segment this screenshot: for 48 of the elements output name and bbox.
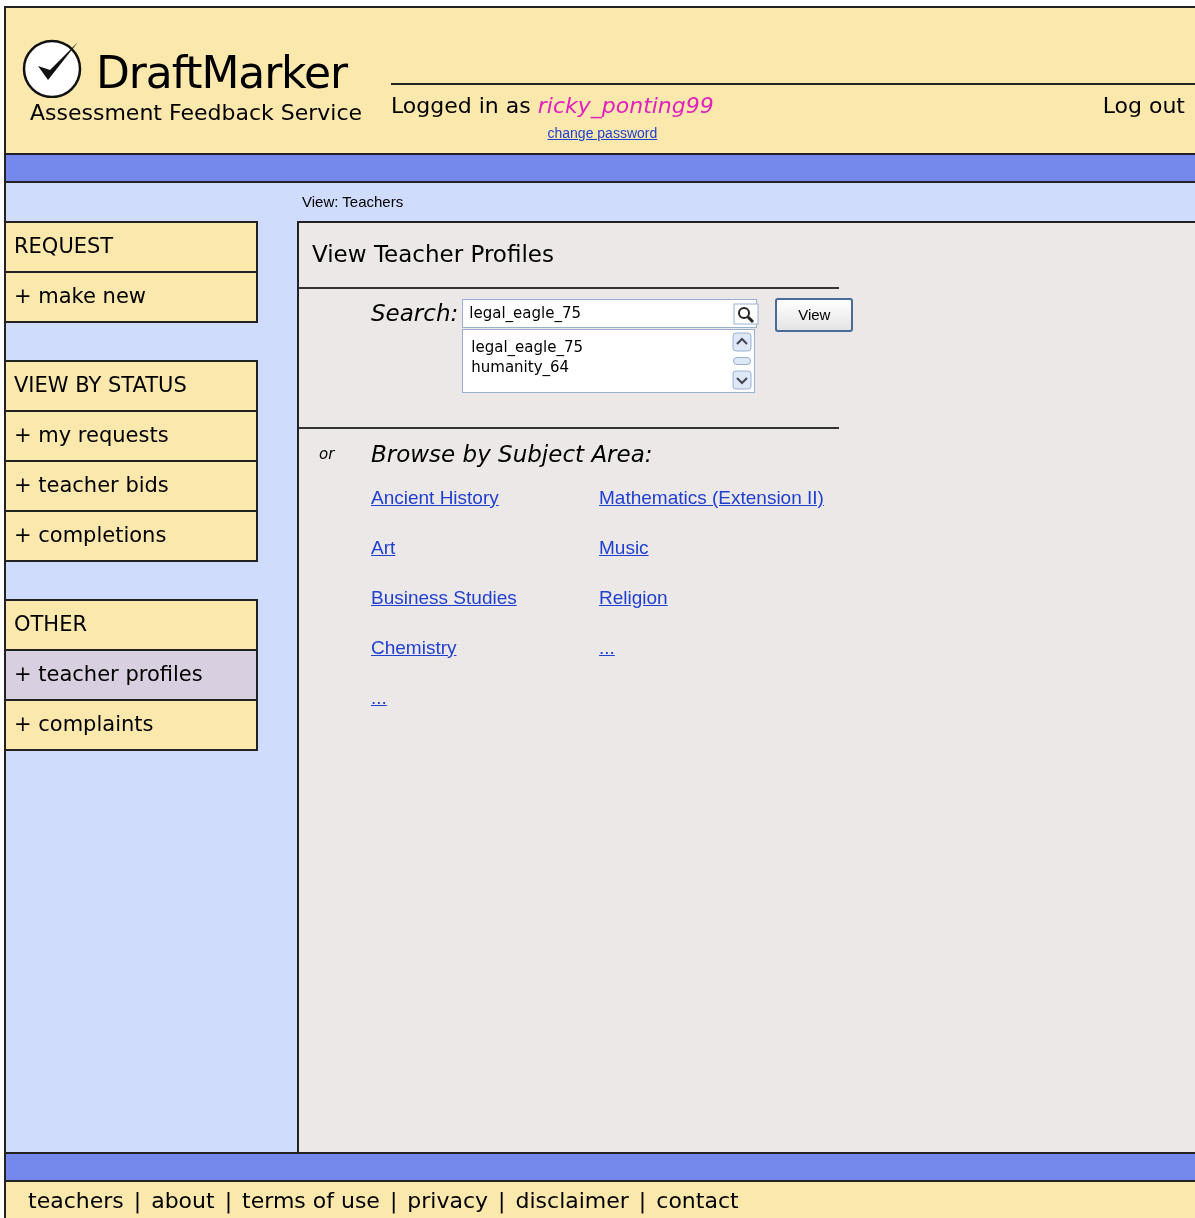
view-button[interactable]: View [775,298,854,332]
sidebar-item[interactable]: + teacher profiles [6,651,256,701]
suggestion-item[interactable]: humanity_64 [471,357,731,377]
browse-label: Browse by Subject Area: [371,440,654,469]
footer-link[interactable]: terms of use [242,1183,380,1217]
sidebar-item[interactable]: + make new [6,273,256,323]
scroll-thumb[interactable] [733,357,752,365]
breadcrumb: View: Teachers [302,191,404,212]
sidebar-heading: OTHER [6,601,256,651]
subject-link[interactable]: Religion [599,585,668,610]
change-password-link[interactable]: change password [547,123,658,144]
subject-link[interactable]: Business Studies [371,585,517,610]
login-status: Logged in as ricky_ponting99 [391,95,714,117]
page-heading: View Teacher Profiles [311,240,555,269]
subject-link[interactable]: Ancient History [371,485,499,510]
suggestion-item[interactable]: legal_eagle_75 [471,337,731,357]
subject-link[interactable]: Music [599,535,649,560]
site-title: DraftMarker [96,51,347,95]
footer-link[interactable]: contact [656,1183,739,1217]
scroll-up-icon[interactable] [732,332,753,352]
subject-link[interactable]: ... [599,635,615,660]
footer-link[interactable]: privacy [407,1183,489,1217]
sidebar-item[interactable]: + my requests [6,412,256,462]
search-label: Search: [371,299,459,328]
separator: | [389,1186,398,1216]
footer-link[interactable]: about [151,1183,215,1217]
subject-link[interactable]: ... [371,685,387,710]
site-tagline: Assessment Feedback Service [30,102,364,124]
scrollbar[interactable] [730,330,755,392]
separator: | [498,1186,506,1216]
sidebar-item[interactable]: + completions [6,512,256,562]
sidebar-item[interactable]: + teacher bids [6,462,256,512]
logout-link[interactable]: Log out [1102,95,1185,117]
sidebar-heading: REQUEST [6,223,256,273]
subject-link[interactable]: Art [371,535,396,560]
subject-link[interactable]: Mathematics (Extension II) [599,485,824,510]
footer-link[interactable]: teachers [28,1183,124,1217]
separator: | [638,1186,647,1216]
scroll-down-icon[interactable] [732,370,753,390]
footer-link[interactable]: disclaimer [515,1183,629,1217]
search-icon[interactable] [733,302,760,325]
sidebar-heading: VIEW BY STATUS [6,362,256,412]
sidebar-item[interactable]: + complaints [6,701,256,751]
subject-link[interactable]: Chemistry [371,635,457,660]
separator: | [133,1186,142,1216]
or-label: or [318,444,336,465]
search-field[interactable]: legal_eagle_75 [462,299,758,328]
separator: | [224,1186,233,1216]
